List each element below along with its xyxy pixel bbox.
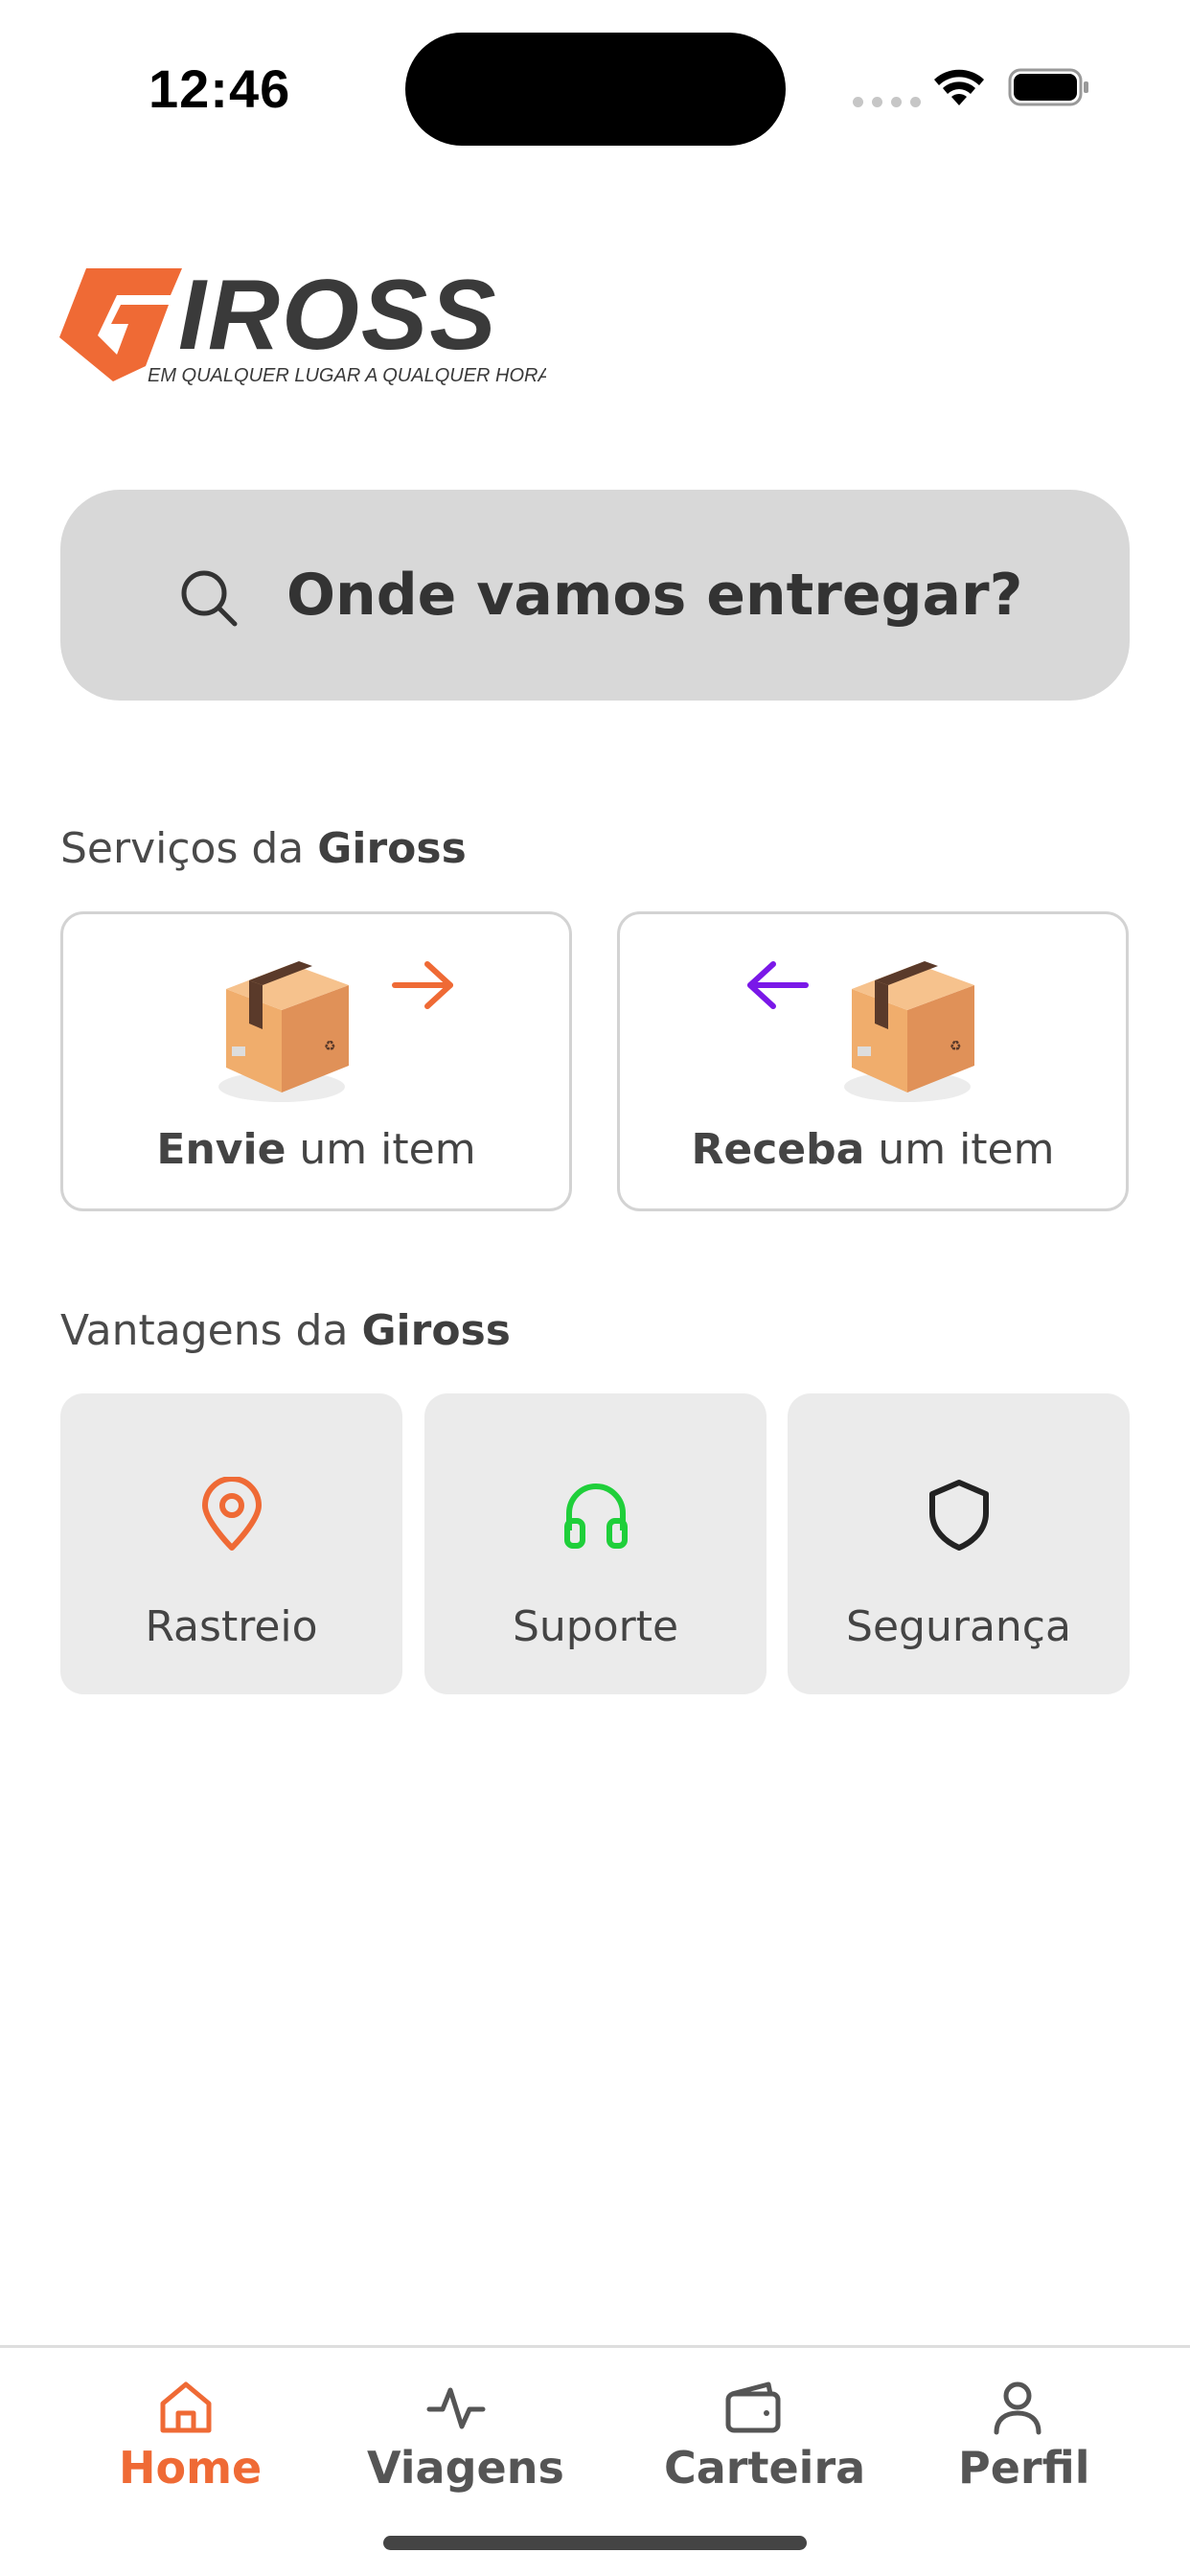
map-pin-icon bbox=[202, 1477, 262, 1551]
wifi-icon bbox=[934, 69, 984, 105]
cellular-signal-icon bbox=[853, 97, 921, 107]
wallet-icon bbox=[725, 2381, 781, 2433]
tab-label: Carteira bbox=[664, 2442, 866, 2494]
send-item-label: Envie um item bbox=[156, 1125, 476, 1174]
home-icon bbox=[160, 2381, 212, 2433]
tab-label: Perfil bbox=[958, 2442, 1090, 2494]
package-box-icon: ♻ bbox=[218, 961, 349, 1102]
package-box-icon: ♻ bbox=[844, 961, 974, 1102]
receive-item-card[interactable]: ♻ Receba um item bbox=[617, 911, 1129, 1211]
battery-icon bbox=[1008, 68, 1088, 106]
advantage-label: Rastreio bbox=[145, 1602, 318, 1651]
headphones-icon bbox=[564, 1484, 628, 1549]
advantage-label: Segurança bbox=[846, 1602, 1071, 1651]
search-bar[interactable]: Onde vamos entregar? bbox=[60, 490, 1130, 701]
advantage-security-card[interactable]: Segurança bbox=[788, 1393, 1130, 1694]
tab-home[interactable]: Home bbox=[119, 2377, 263, 2494]
tabbar-divider bbox=[0, 2345, 1190, 2348]
search-placeholder: Onde vamos entregar? bbox=[286, 562, 1023, 629]
svg-text:♻: ♻ bbox=[950, 1039, 962, 1054]
home-indicator[interactable] bbox=[383, 2536, 807, 2550]
services-section-title: Serviços da Giross bbox=[60, 824, 467, 873]
arrow-right-icon bbox=[392, 961, 453, 1009]
tab-label: Viagens bbox=[367, 2442, 564, 2494]
search-icon bbox=[181, 570, 238, 627]
activity-icon bbox=[426, 2387, 486, 2429]
send-item-card[interactable]: ♻ Envie um item bbox=[60, 911, 572, 1211]
tab-carteira[interactable]: Carteira bbox=[664, 2377, 866, 2494]
svg-text:EM QUALQUER LUGAR A QUALQUER H: EM QUALQUER LUGAR A QUALQUER HORA bbox=[148, 365, 546, 386]
svg-text:♻: ♻ bbox=[324, 1039, 336, 1054]
advantage-support-card[interactable]: Suporte bbox=[424, 1393, 767, 1694]
status-time: 12:46 bbox=[149, 58, 291, 119]
giross-logo: IROSS EM QUALQUER LUGAR A QUALQUER HORA bbox=[57, 259, 551, 393]
advantage-label: Suporte bbox=[512, 1602, 679, 1651]
advantages-section-title: Vantagens da Giross bbox=[60, 1306, 511, 1355]
home-screen: 12:46 IROSS EM QUALQUER LUGAR A QUALQUER… bbox=[0, 0, 1190, 2576]
arrow-left-icon bbox=[747, 961, 809, 1009]
tab-perfil[interactable]: Perfil bbox=[958, 2377, 1090, 2494]
advantage-tracking-card[interactable]: Rastreio bbox=[60, 1393, 402, 1694]
dynamic-island bbox=[405, 33, 786, 146]
user-icon bbox=[994, 2381, 1041, 2435]
svg-text:IROSS: IROSS bbox=[178, 260, 498, 371]
shield-icon bbox=[929, 1480, 989, 1551]
receive-item-label: Receba um item bbox=[691, 1125, 1055, 1174]
tab-viagens[interactable]: Viagens bbox=[367, 2377, 564, 2494]
tab-label: Home bbox=[119, 2442, 263, 2494]
